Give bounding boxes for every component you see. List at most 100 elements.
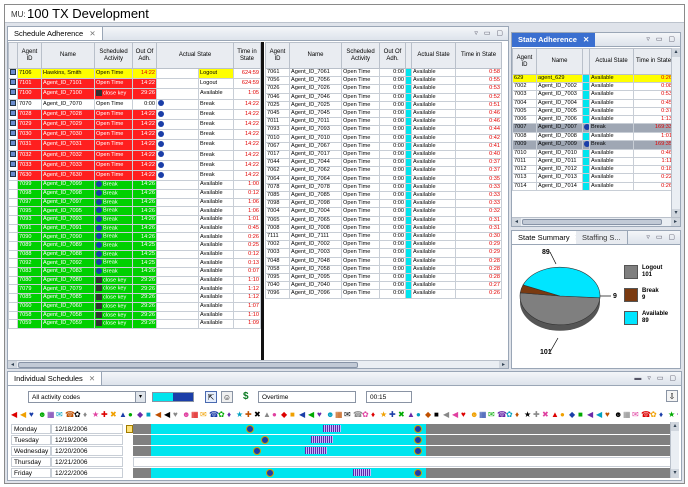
activity-code-icon[interactable]: ✿ xyxy=(362,409,371,419)
activity-code-icon[interactable]: ★ xyxy=(524,409,533,419)
table-row[interactable]: 7111 Agent_ID_7111 Open Time 0:00 Available 0… xyxy=(265,232,502,242)
col-actual-state[interactable]: Actual State xyxy=(589,48,634,75)
schedule-day-row[interactable]: Tuesday 12/19/2006 xyxy=(11,435,675,445)
table-row[interactable]: 7061 Agent_ID_7061 Open Time 0:00 Available 0… xyxy=(265,67,502,78)
schedule-day-row[interactable]: Monday 12/18/2006 xyxy=(11,424,675,434)
activity-code-icon[interactable]: ▦ xyxy=(191,409,200,419)
lunch-segment[interactable] xyxy=(323,425,341,432)
activity-code-icon[interactable]: ☎ xyxy=(353,409,363,419)
activity-code-icon[interactable]: ♦ xyxy=(83,409,92,419)
table-row[interactable]: 7100 Agent_ID_7100 close key 29:26 Available… xyxy=(8,88,262,100)
table-row[interactable]: 7011 Agent_ID_7011 Available 1:11 xyxy=(512,156,674,167)
dollar-icon[interactable]: $ xyxy=(243,391,253,403)
activity-code-icon[interactable]: ▦ xyxy=(335,409,344,419)
activity-code-icon[interactable]: ♥ xyxy=(29,409,38,419)
activity-code-icon[interactable]: ◀ xyxy=(11,409,20,419)
table-row[interactable]: 7091 Agent_ID_7091 Break 14:26 Available 0:45 xyxy=(8,223,262,234)
table-row[interactable]: 7093 Agent_ID_7093 Break 14:26 Available 1:01 xyxy=(8,215,262,225)
break-icon[interactable] xyxy=(253,447,261,455)
table-row[interactable]: 7004 Agent_ID_7004 Open Time 0:00 Available 0… xyxy=(265,207,502,217)
activity-code-icon[interactable]: ◀ xyxy=(299,409,308,419)
table-row[interactable]: 7044 Agent_ID_7044 Open Time 0:00 Available 0… xyxy=(265,158,502,168)
table-row[interactable]: 7064 Agent_ID_7064 Open Time 0:00 Available 0… xyxy=(265,174,502,184)
close-icon[interactable]: ✕ xyxy=(583,35,589,44)
schedule-day-row[interactable]: Friday 12/22/2006 xyxy=(11,468,675,478)
table-row[interactable]: 7048 Agent_ID_7048 Open Time 0:00 Available 0… xyxy=(265,256,502,266)
scroll-down-icon[interactable]: ▾ xyxy=(671,469,679,478)
table-row[interactable]: 7046 Agent_ID_7046 Open Time 0:00 Available 0… xyxy=(265,92,502,102)
activity-code-icon[interactable]: ✖ xyxy=(542,409,551,419)
table-row[interactable]: 7088 Agent_ID_7088 Break 14:25 Available 0:12 xyxy=(8,249,262,260)
table-row[interactable]: 7010 Agent_ID_7010 Available 0:46 xyxy=(512,148,674,159)
shift-segment[interactable] xyxy=(151,446,426,456)
table-row[interactable]: 7065 Agent_ID_7065 Open Time 0:00 Available 0… xyxy=(265,215,502,225)
table-row[interactable]: 7090 Agent_ID_7090 Break 14:26 Available 0:26 xyxy=(8,232,262,243)
close-icon[interactable]: ✕ xyxy=(89,29,95,38)
col-agent-id[interactable]: Agent ID xyxy=(265,42,290,69)
col-actual-state[interactable]: Actual State xyxy=(155,42,235,69)
activity-code-icon[interactable]: ★ xyxy=(380,409,389,419)
activity-code-icon[interactable]: ■ xyxy=(578,409,587,419)
activity-code-icon[interactable]: ✉ xyxy=(488,409,497,419)
activity-code-icon[interactable]: ☻ xyxy=(614,409,623,419)
view-controls[interactable]: ▿ ▭ ▢ xyxy=(474,29,505,37)
table-row[interactable]: 7098 Agent_ID_7098 Open Time 0:00 Available 0… xyxy=(265,199,502,209)
tab-staffing-summary[interactable]: Staffing S... xyxy=(576,231,628,245)
tab-state-adherence[interactable]: State Adherence ✕ xyxy=(512,33,596,47)
col-actual-state[interactable]: Actual State xyxy=(411,42,456,69)
col-time-in-state[interactable]: Time in State xyxy=(455,42,502,69)
horizontal-scrollbar[interactable]: ◂ ▸ xyxy=(512,217,680,226)
activity-code-icon[interactable]: ✚ xyxy=(101,409,110,419)
activity-code-icon[interactable]: ✿ xyxy=(506,409,515,419)
lunch-segment[interactable] xyxy=(353,469,371,476)
schedule-day-row[interactable]: Wednesday 12/20/2006 xyxy=(11,446,675,456)
table-row[interactable]: 7085 Agent_ID_7085 close key 29:26 Available… xyxy=(8,293,262,303)
activity-code-icon[interactable]: ◀ xyxy=(596,409,605,419)
activity-code-icon[interactable]: ◆ xyxy=(137,409,146,419)
activity-code-icon[interactable]: ☻ xyxy=(38,409,47,419)
scroll-right-icon[interactable]: ▸ xyxy=(671,218,680,226)
lunch-segment[interactable] xyxy=(311,436,333,443)
table-row[interactable]: 7006 Agent_ID_7006 Available 1:13 xyxy=(512,115,674,125)
activity-icon-palette[interactable]: ◀ ◀ ♥ ☻▦✉ ☎✿ ♦ ★ ✚ ✖ ▲● ◆ ■ ◀ ◀ ♥ ☻▦✉ ☎✿ ♦ ★ ✚ ✖ ▲● ◆ ■ ◀ ◀ ♥ ☻▦✉ ☎✿… xyxy=(11,408,678,420)
table-row[interactable]: 7026 Agent_ID_7026 Open Time 0:00 Available 0… xyxy=(265,84,502,94)
activity-color-preview[interactable] xyxy=(152,392,194,402)
activity-code-icon[interactable]: ◀ xyxy=(587,409,596,419)
table-row[interactable]: 7011 Agent_ID_7011 Open Time 0:00 Available 0… xyxy=(265,117,502,127)
table-row[interactable]: 7083 Agent_ID_7083 Break 14:26 Available 0:07 xyxy=(8,267,262,277)
table-row[interactable]: 7029 Agent_ID_7029 Open Time 14:22 Break 14:2… xyxy=(8,119,262,131)
table-row[interactable]: 7028 Agent_ID_7028 Open Time 14:22 Break 14:2… xyxy=(8,108,262,121)
activity-code-icon[interactable]: ✿ xyxy=(650,409,659,419)
activity-code-icon[interactable]: ◆ xyxy=(425,409,434,419)
table-row[interactable]: 7067 Agent_ID_7067 Open Time 0:00 Available 0… xyxy=(265,141,502,152)
activity-code-icon[interactable]: ◀ xyxy=(443,409,452,419)
scroll-thumb[interactable] xyxy=(18,362,358,368)
activity-code-icon[interactable]: ▲ xyxy=(263,409,272,419)
schedule-track[interactable] xyxy=(133,446,673,456)
agent-tool-icon[interactable]: ☺ xyxy=(221,391,233,403)
activity-code-icon[interactable]: ☎ xyxy=(641,409,651,419)
col-out-of-adh[interactable]: Out Of Adh. xyxy=(132,42,157,69)
table-row[interactable]: 7078 Agent_ID_7078 Open Time 0:00 Available 0… xyxy=(265,182,502,193)
table-row[interactable]: 7007 Agent_ID_7007 Break 169:33 xyxy=(512,123,674,133)
table-row[interactable]: 7079 Agent_ID_7079 close key 29:26 Available… xyxy=(8,284,262,295)
table-row[interactable]: 7010 Agent_ID_7010 Open Time 0:00 Available 0… xyxy=(265,133,502,143)
schedule-track[interactable] xyxy=(133,468,673,478)
table-row[interactable]: 7630 Agent_ID_7630 Open Time 14:22 Break 14:2… xyxy=(8,170,262,182)
activity-code-icon[interactable]: ▲ xyxy=(551,409,560,419)
activity-code-icon[interactable]: ◀ xyxy=(308,409,317,419)
table-row[interactable]: 7033 Agent_ID_7033 Open Time 14:22 Break 14:2… xyxy=(8,159,262,172)
tab-individual-schedules[interactable]: Individual Schedules ✕ xyxy=(8,372,103,386)
col-scheduled-activity[interactable]: Scheduled Activity xyxy=(341,42,380,69)
activity-code-icon[interactable]: ☻ xyxy=(470,409,479,419)
table-row[interactable]: 7101 Agent_ID_7101 Open Time 14:22 Logout 624… xyxy=(8,78,262,90)
table-row[interactable]: 7008 Agent_ID_7008 Open Time 0:00 Available 0… xyxy=(265,223,502,234)
table-row[interactable]: 7045 Agent_ID_7045 Open Time 0:00 Available 0… xyxy=(265,109,502,119)
break-icon[interactable] xyxy=(246,425,254,433)
activity-code-icon[interactable]: ♥ xyxy=(173,409,182,419)
activity-code-icon[interactable]: ✿ xyxy=(74,409,83,419)
table-row[interactable]: 7096 Agent_ID_7096 Open Time 0:00 Available 0… xyxy=(265,289,502,299)
table-row[interactable]: 7002 Agent_ID_7002 Open Time 0:00 Available 0… xyxy=(265,240,502,250)
vertical-scrollbar[interactable]: ▴ ▾ xyxy=(670,422,679,478)
table-row[interactable]: 7097 Agent_ID_7097 Break 14:26 Available 1:06 xyxy=(8,197,262,208)
